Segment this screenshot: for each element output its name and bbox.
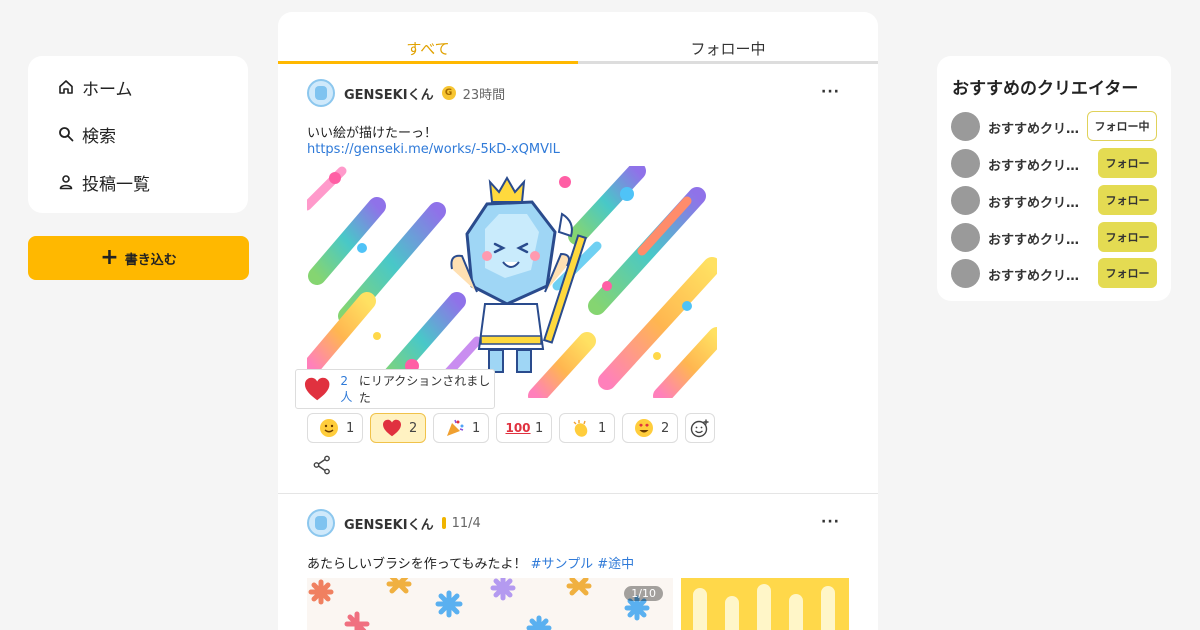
smile-emoji-icon [319,418,339,438]
reaction-clap-button[interactable]: 1 [559,413,615,443]
pin-badge-icon [441,517,446,529]
reaction-count: 1 [346,420,355,436]
reaction-party-button[interactable]: 1 [433,413,489,443]
feed-tabs: すべて フォロー中 [278,12,878,64]
tab-following[interactable]: フォロー中 [578,38,878,59]
more-menu-icon[interactable]: ··· [821,84,840,100]
search-icon [59,127,74,142]
tab-indicator [578,61,878,64]
more-menu-icon[interactable]: ··· [821,514,840,530]
share-icon[interactable] [313,455,331,479]
heart-emoji-icon [382,418,402,438]
reaction-summary-text: にリアクションされました [358,374,491,405]
post-text: あたらしいブラシを作ってもみたよ！ #サンプル #途中 [307,553,634,572]
post-image[interactable] [681,578,849,630]
reaction-count: 1 [535,420,544,436]
write-button-label: 書き込む [124,252,177,268]
nav-posts[interactable]: 投稿一覧 [58,170,150,195]
creator-name[interactable]: おすすめクリエイター [988,192,1084,211]
creator-name[interactable]: おすすめクリエイター [988,155,1084,174]
recommended-creators: おすすめのクリエイター おすすめクリエイター フォロー中 おすすめクリエイター … [937,56,1171,301]
hundred-emoji-icon: 100 [505,421,531,435]
party-popper-emoji-icon [445,418,465,438]
creator-row: おすすめクリエイター フォロー [951,222,1157,252]
write-button[interactable]: + 書き込む [28,236,249,280]
nav-home[interactable]: ホーム [58,75,133,100]
follow-button[interactable]: フォロー [1098,185,1157,215]
creator-row: おすすめクリエイター フォロー [951,185,1157,215]
post-artwork[interactable] [307,166,717,398]
post-image[interactable]: 1/10 [307,578,673,630]
post-divider [278,493,878,494]
post-text: いい絵が描けたーっ！ [307,126,438,141]
heart-icon [304,377,330,401]
reaction-hundred-button[interactable]: 100 1 [496,413,552,443]
clap-emoji-icon [571,418,591,438]
creator-name[interactable]: おすすめクリエイター [988,229,1084,248]
image-pager: 1/10 [624,586,663,601]
reaction-heart-eyes-button[interactable]: 2 [622,413,678,443]
home-icon [59,80,73,94]
reaction-count: 1 [472,420,481,436]
tab-indicator-active [278,61,578,64]
avatar[interactable] [307,79,335,107]
reaction-user-count[interactable]: 2人 [340,374,359,405]
avatar[interactable] [951,112,980,141]
creator-row: おすすめクリエイター フォロー中 [951,111,1157,141]
feed: すべて フォロー中 GENSEKIくん G 23時間 ··· いい絵が描けたーっ… [278,12,878,630]
reaction-heart-button[interactable]: 2 [370,413,426,443]
hashtag[interactable]: #途中 [597,557,634,572]
creator-row: おすすめクリエイター フォロー [951,258,1157,288]
creator-row: おすすめクリエイター フォロー [951,148,1157,178]
avatar[interactable] [951,223,980,252]
avatar[interactable] [951,259,980,288]
add-emoji-icon [690,419,709,438]
post-time: 11/4 [451,515,481,531]
user-icon [59,175,73,190]
follow-button[interactable]: フォロー [1098,258,1157,288]
creator-name[interactable]: おすすめクリエイター [988,265,1084,284]
post-header: GENSEKIくん G 23時間 [307,79,505,107]
gold-badge-icon: G [441,86,456,100]
nav-home-label: ホーム [82,79,133,100]
nav-search-label: 検索 [82,126,116,147]
nav-search[interactable]: 検索 [58,122,116,147]
heart-eyes-emoji-icon [634,418,654,438]
nav-posts-label: 投稿一覧 [82,174,150,195]
post-author[interactable]: GENSEKIくん [344,84,434,103]
reaction-count: 2 [661,420,670,436]
avatar[interactable] [951,149,980,178]
post-author[interactable]: GENSEKIくん [344,514,434,533]
recommended-title: おすすめのクリエイター [952,79,1139,99]
post-link[interactable]: https://genseki.me/works/-5kD-xQMVlL [307,142,560,157]
follow-button[interactable]: フォロー [1098,222,1157,252]
reaction-smile-button[interactable]: 1 [307,413,363,443]
post-header: GENSEKIくん 11/4 [307,509,481,537]
sidebar-nav: ホーム 検索 投稿一覧 [28,56,248,213]
add-reaction-button[interactable] [685,413,715,443]
creator-name[interactable]: おすすめクリエイター [988,118,1084,137]
reaction-count: 2 [409,420,418,436]
post-time: 23時間 [462,87,506,103]
avatar[interactable] [307,509,335,537]
hashtag[interactable]: #サンプル [531,557,594,572]
following-button[interactable]: フォロー中 [1087,111,1157,141]
post-text-body: あたらしいブラシを作ってもみたよ！ [307,557,527,572]
avatar[interactable] [951,186,980,215]
plus-icon: + [100,245,119,270]
reaction-summary-tooltip: 2人 にリアクションされました [295,369,495,409]
follow-button[interactable]: フォロー [1098,148,1157,178]
reaction-count: 1 [598,420,607,436]
tab-all[interactable]: すべて [278,38,578,59]
